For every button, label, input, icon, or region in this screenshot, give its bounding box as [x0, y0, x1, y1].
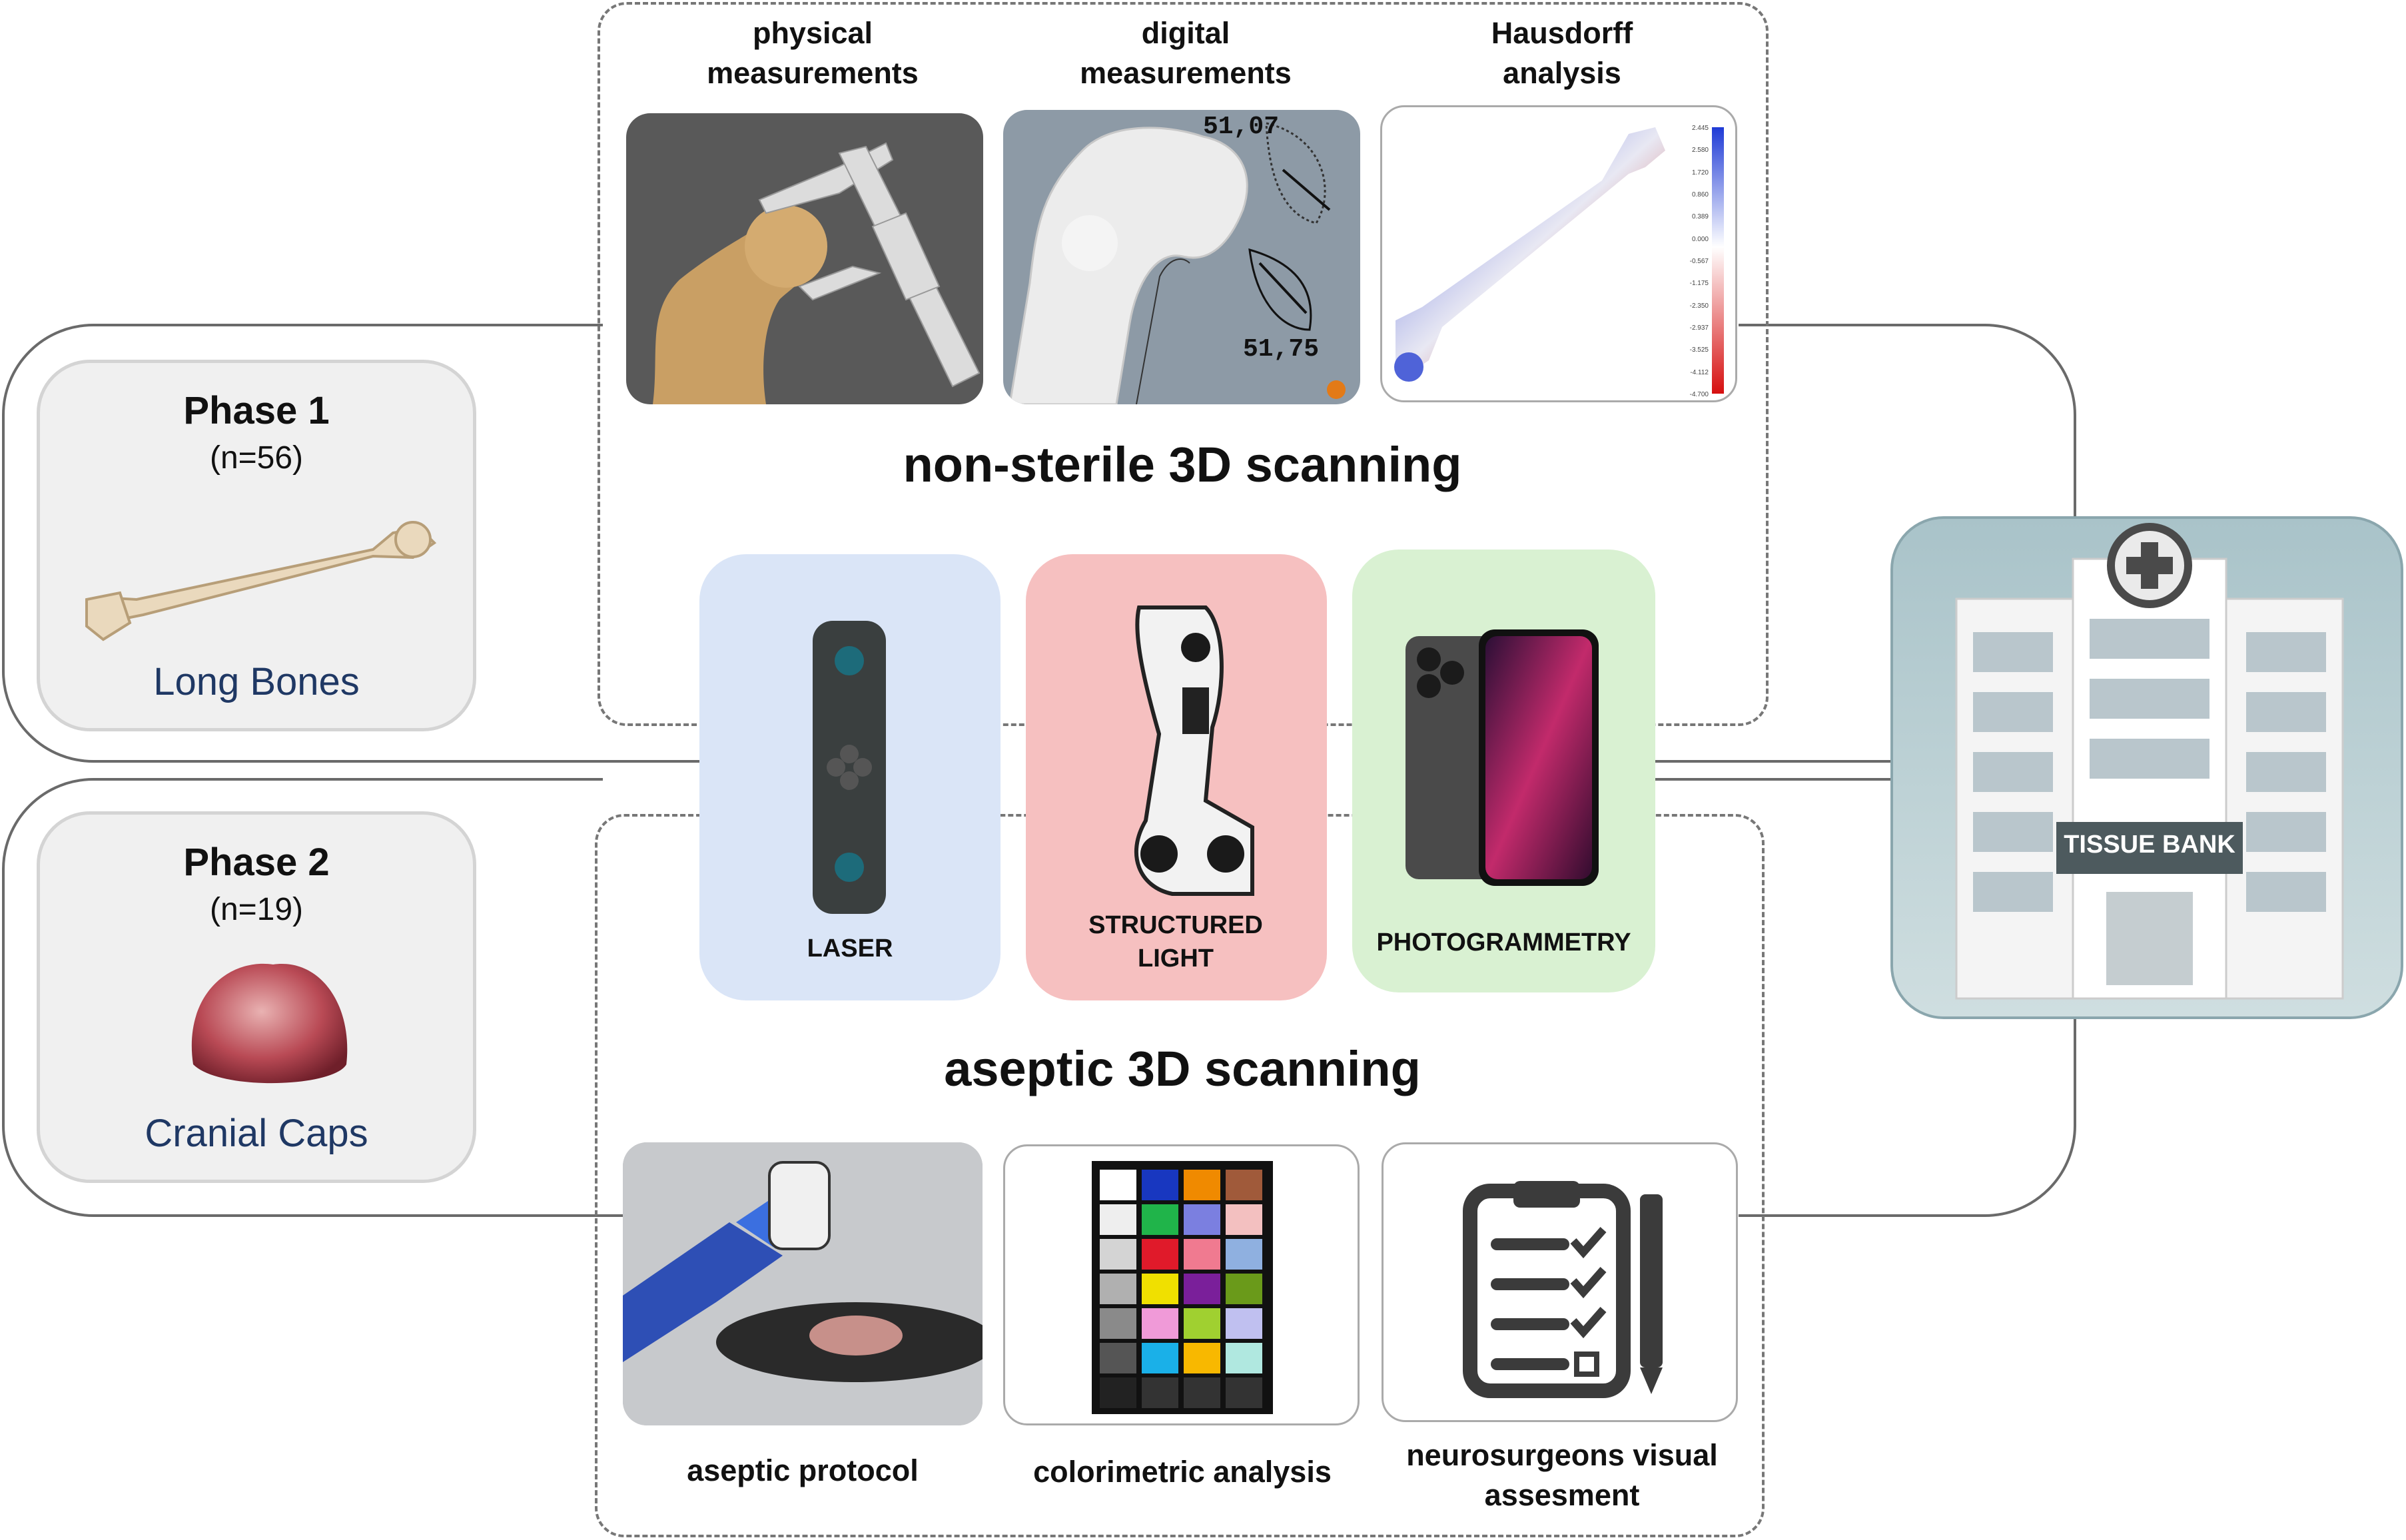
color-swatch	[1142, 1377, 1178, 1408]
color-swatch	[1100, 1170, 1136, 1200]
structured-light-scanner-card: STRUCTURED LIGHT	[1026, 554, 1327, 1000]
color-swatch	[1142, 1204, 1178, 1235]
neurosurgeons-visual-assessment-caption: neurosurgeons visual assesment	[1406, 1438, 1718, 1512]
laser-label: LASER	[807, 935, 893, 962]
hausdorff-scale-tick: -0.567	[1689, 258, 1709, 265]
aseptic-protocol-caption: aseptic protocol	[687, 1453, 919, 1487]
hausdorff-scale-tick: -3.525	[1689, 346, 1709, 354]
phase-2-title: Phase 2	[183, 841, 330, 884]
aseptic-protocol-image	[623, 1142, 983, 1425]
phase-1-card: Phase 1 (n=56) Long Bones	[37, 360, 476, 731]
hausdorff-scale-tick: -4.700	[1689, 391, 1709, 398]
color-swatch	[1100, 1343, 1136, 1373]
color-swatch	[1226, 1204, 1262, 1235]
phase-1-label: Long Bones	[153, 660, 360, 703]
color-swatch	[1100, 1204, 1136, 1235]
hausdorff-scale: 2.445 2.580 1.720 0.860 0.389 0.000 -0.567 -1.1…	[1675, 125, 1709, 398]
color-swatch	[1100, 1239, 1136, 1270]
colorimetric-analysis-caption: colorimetric analysis	[1033, 1455, 1332, 1489]
color-swatch	[1184, 1170, 1220, 1200]
color-swatch	[1226, 1274, 1262, 1304]
color-swatch	[1184, 1377, 1220, 1408]
color-swatch	[1226, 1239, 1262, 1270]
color-swatch	[1100, 1308, 1136, 1339]
hausdorff-scale-tick: 2.580	[1691, 147, 1709, 155]
tissue-bank-sign: TISSUE BANK	[2064, 831, 2235, 859]
color-swatch	[1226, 1170, 1262, 1200]
digital-value-top: 51,07	[1203, 113, 1280, 141]
hausdorff-scale-tick: 2.445	[1691, 125, 1709, 132]
hausdorff-scale-tick: 1.720	[1691, 169, 1709, 177]
color-swatch	[1100, 1377, 1136, 1408]
hausdorff-scale-tick: -1.175	[1689, 280, 1709, 288]
hausdorff-scale-tick: -4.112	[1690, 368, 1709, 376]
hausdorff-scale-tick: -2.937	[1689, 324, 1709, 332]
laser-scanner-card: LASER	[699, 554, 1001, 1000]
color-swatch	[1184, 1239, 1220, 1270]
color-swatch	[1142, 1343, 1178, 1373]
digital-measurements-image: 51,07 51,75	[1003, 110, 1360, 404]
color-swatch	[1226, 1343, 1262, 1373]
colorimetric-analysis-image	[1003, 1144, 1360, 1425]
phase-1-count: (n=56)	[209, 440, 304, 476]
physical-measurements-caption: physical measurements	[707, 16, 919, 90]
cranial-cap-image	[191, 963, 348, 1084]
color-swatch	[1184, 1204, 1220, 1235]
photogrammetry-label: PHOTOGRAMMETRY	[1376, 929, 1631, 957]
hausdorff-scale-tick: 0.000	[1691, 235, 1709, 243]
phase-2-count: (n=19)	[209, 892, 304, 927]
hausdorff-scale-tick: -2.350	[1689, 302, 1709, 310]
digital-value-bottom: 51,75	[1243, 335, 1320, 364]
physical-measurements-image	[626, 113, 983, 404]
color-swatch	[1184, 1274, 1220, 1304]
hausdorff-analysis-caption: Hausdorff analysis	[1491, 16, 1633, 90]
color-swatch	[1142, 1170, 1178, 1200]
color-swatch	[1142, 1308, 1178, 1339]
hausdorff-analysis-image: 2.445 2.580 1.720 0.860 0.389 0.000 -0.567 -1.1…	[1380, 105, 1737, 402]
aseptic-title: aseptic 3D scanning	[944, 1041, 1421, 1096]
hausdorff-scale-tick: 0.389	[1691, 213, 1709, 221]
non-sterile-title: non-sterile 3D scanning	[903, 437, 1462, 492]
color-swatch	[1226, 1308, 1262, 1339]
phase-1-title: Phase 1	[183, 389, 330, 432]
photogrammetry-card: PHOTOGRAMMETRY	[1352, 550, 1655, 992]
neurosurgeons-visual-assessment-image	[1382, 1142, 1738, 1422]
phase-2-card: Phase 2 (n=19) Cranial Caps	[37, 811, 476, 1183]
phase-2-label: Cranial Caps	[145, 1112, 368, 1155]
color-swatch	[1184, 1343, 1220, 1373]
femur-image	[85, 521, 437, 641]
color-swatch	[1226, 1377, 1262, 1408]
hausdorff-scale-tick: 0.860	[1691, 191, 1709, 198]
color-swatch	[1142, 1274, 1178, 1304]
color-swatch	[1142, 1239, 1178, 1270]
color-swatch	[1184, 1308, 1220, 1339]
structured-light-label: STRUCTURED LIGHT	[1088, 911, 1263, 972]
tissue-bank-building: TISSUE BANK	[1890, 516, 2403, 1019]
color-swatch	[1100, 1274, 1136, 1304]
digital-measurements-caption: digital measurements	[1080, 16, 1292, 90]
